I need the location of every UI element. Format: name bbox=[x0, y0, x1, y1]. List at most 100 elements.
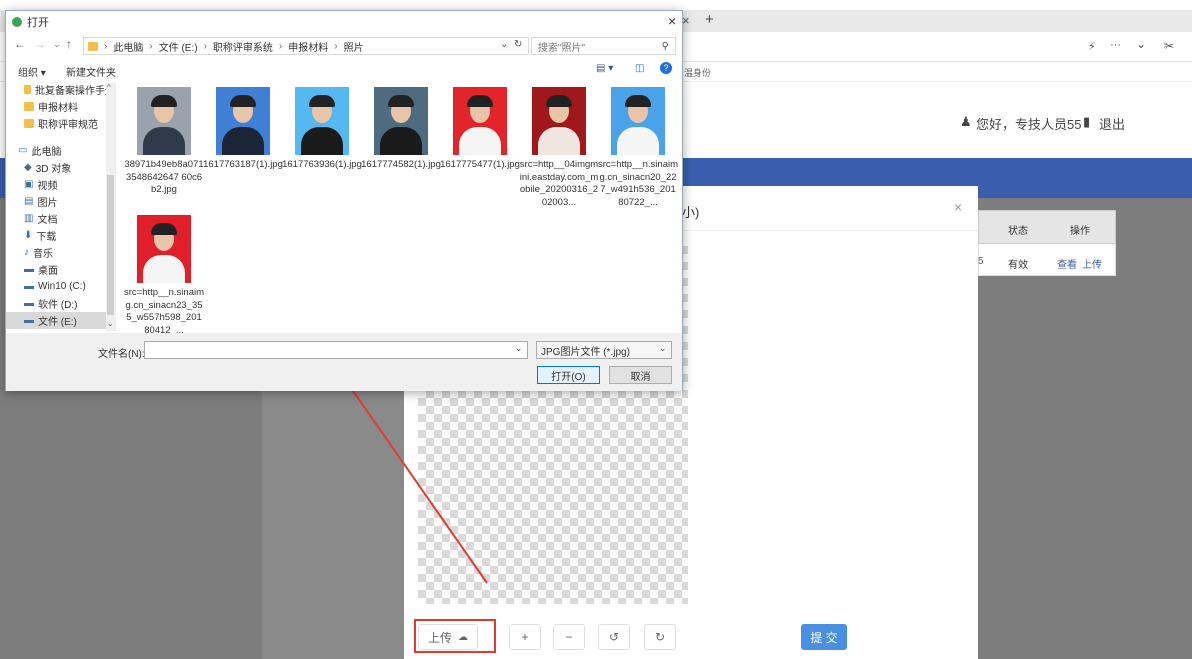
address-dropdown-icon[interactable]: ⌄ bbox=[500, 39, 508, 50]
sidebar-item[interactable]: 申报材料 bbox=[6, 98, 115, 115]
submit-button[interactable]: 提 交 bbox=[801, 624, 847, 650]
sidebar-item[interactable]: 批复备案操作手册 bbox=[6, 81, 115, 98]
sidebar-item[interactable]: ⬇ 下载 bbox=[6, 227, 115, 244]
sidebar-item-label: Win10 (C:) bbox=[38, 281, 86, 292]
help-icon[interactable]: ? bbox=[660, 62, 672, 74]
sidebar-item-label: 下载 bbox=[36, 232, 57, 243]
up-arrow-icon[interactable]: ↑ bbox=[66, 37, 72, 51]
breadcrumb[interactable]: › 此电脑 › 文件 (E:) › 职称评审系统 › 申报材料 › 照片 ⌄ ↻ bbox=[83, 37, 529, 55]
computer-icon: ▭ bbox=[18, 145, 28, 156]
greeting-text: 您好，专技人员55 bbox=[976, 117, 1082, 132]
rotate-left-button[interactable]: ↺ bbox=[598, 624, 630, 650]
records-table: 状态 操作 5 有效 查看 上传 bbox=[978, 210, 1116, 276]
refresh-icon[interactable]: ↻ bbox=[514, 39, 522, 50]
download-icon: ⬇ bbox=[24, 230, 33, 241]
plus-icon: + bbox=[521, 630, 529, 644]
filename-dropdown-icon[interactable]: ⌄ bbox=[515, 343, 523, 354]
sidebar-item[interactable]: ◆ 3D 对象 bbox=[6, 159, 115, 176]
annotation-box bbox=[414, 619, 496, 653]
rotate-left-icon: ↺ bbox=[608, 630, 620, 644]
sidebar-item-label: 批复备案操作手册 bbox=[35, 86, 115, 97]
sidebar-item[interactable]: ▬ Win10 (C:) bbox=[6, 278, 115, 295]
file-item[interactable]: 1617763936(1).jpg bbox=[282, 87, 362, 172]
picture-icon: ▤ bbox=[24, 196, 34, 207]
flash-icon[interactable]: ⚡ bbox=[1088, 40, 1096, 53]
user-icon: ♟ bbox=[960, 114, 972, 129]
sidebar-item-label: 此电脑 bbox=[31, 147, 62, 158]
recent-chevron-icon[interactable]: ⌄ bbox=[53, 39, 61, 50]
table-cell: 5 bbox=[978, 256, 984, 267]
file-item[interactable]: 1617775477(1).jpg bbox=[440, 87, 520, 172]
sidebar-item[interactable]: ▬ 桌面 bbox=[6, 261, 115, 278]
sidebar-item-label: 申报材料 bbox=[38, 103, 78, 114]
sidebar-scrollbar[interactable]: ^ ⌄ bbox=[106, 83, 115, 331]
sidebar-item-label: 图片 bbox=[37, 198, 58, 209]
sidebar-item[interactable]: ♪ 音乐 bbox=[6, 244, 115, 261]
more-icon[interactable]: ··· bbox=[1110, 39, 1121, 51]
tab-close-icon[interactable]: × bbox=[682, 13, 690, 28]
filetype-value: JPG图片文件 (*.jpg) bbox=[541, 346, 630, 358]
breadcrumb-item[interactable]: 此电脑 bbox=[113, 39, 143, 54]
view-link[interactable]: 查看 bbox=[1057, 256, 1077, 271]
bookmark-item[interactable]: 温身份 bbox=[684, 66, 711, 79]
sidebar-item-label: 职称评审规范 bbox=[38, 120, 98, 131]
breadcrumb-item[interactable]: 照片 bbox=[344, 39, 364, 54]
sidebar-item[interactable]: ▬ 软件 (D:) bbox=[6, 295, 115, 312]
filetype-select[interactable]: JPG图片文件 (*.jpg) ⌄ bbox=[536, 341, 672, 359]
sidebar-item-label: 文档 bbox=[37, 215, 58, 226]
file-name: src=http__n.sinaimg.cn_sinacn23_355_w557… bbox=[124, 287, 204, 336]
sidebar-item[interactable]: ▤ 图片 bbox=[6, 193, 115, 210]
logout-icon[interactable]: ▮ bbox=[1083, 114, 1090, 130]
rotate-right-icon: ↻ bbox=[654, 630, 666, 644]
organize-menu[interactable]: 组织 ▾ bbox=[18, 64, 46, 79]
cube-icon: ◆ bbox=[24, 162, 32, 173]
new-tab-button[interactable]: + bbox=[705, 11, 714, 28]
top-strip bbox=[0, 0, 1192, 10]
scissors-icon[interactable]: ✂ bbox=[1164, 39, 1174, 53]
sidebar-item[interactable]: ▭ 此电脑 bbox=[6, 142, 115, 159]
file-item[interactable]: src=http__04imgmini.eastday.com_mobile_2… bbox=[519, 87, 599, 209]
dialog-close-icon[interactable]: × bbox=[668, 13, 676, 29]
dialog-title: 打开 bbox=[27, 17, 49, 29]
zoom-out-button[interactable]: − bbox=[553, 624, 585, 650]
minus-icon: − bbox=[565, 630, 573, 644]
sidebar-item[interactable]: ▬ 文件 (E:) bbox=[6, 312, 115, 329]
breadcrumb-item[interactable]: 职称评审系统 bbox=[213, 39, 273, 54]
file-item[interactable]: 1617763187(1).jpg bbox=[203, 87, 283, 172]
breadcrumb-item[interactable]: 申报材料 bbox=[288, 39, 328, 54]
file-name: src=http__n.sinaimg.cn_sinacn20_227_w491… bbox=[598, 159, 678, 208]
forward-arrow-icon[interactable]: → bbox=[34, 37, 46, 51]
sidebar-item-label: 文件 (E:) bbox=[38, 317, 77, 328]
rotate-right-button[interactable]: ↻ bbox=[644, 624, 676, 650]
zoom-in-button[interactable]: + bbox=[509, 624, 541, 650]
filename-input[interactable]: ⌄ bbox=[144, 341, 528, 359]
dialog-toolbar: 组织 ▾ 新建文件夹 ▤ ▾ ◫ ? bbox=[6, 59, 682, 81]
new-folder-button[interactable]: 新建文件夹 bbox=[66, 64, 116, 79]
sidebar-item[interactable]: 职称评审规范 bbox=[6, 115, 115, 132]
back-arrow-icon[interactable]: ← bbox=[14, 37, 26, 51]
open-button[interactable]: 打开(O) bbox=[537, 366, 600, 384]
chevron-down-icon[interactable]: ⌄ bbox=[1136, 37, 1146, 51]
upload-link[interactable]: 上传 bbox=[1082, 256, 1102, 271]
file-item[interactable]: 1617774582(1).jpg bbox=[361, 87, 441, 172]
file-item[interactable]: src=http__n.sinaimg.cn_sinacn23_355_w557… bbox=[124, 215, 204, 337]
preview-pane-icon[interactable]: ◫ bbox=[635, 63, 644, 74]
search-icon: ⚲ bbox=[661, 40, 669, 52]
view-options-icon[interactable]: ▤ ▾ bbox=[596, 63, 613, 74]
breadcrumb-item[interactable]: 文件 (E:) bbox=[159, 39, 198, 54]
search-input[interactable]: 搜索"照片" ⚲ bbox=[531, 37, 676, 55]
sidebar-item[interactable]: ▣ 视频 bbox=[6, 176, 115, 193]
search-placeholder: 搜索"照片" bbox=[538, 42, 586, 54]
logout-link[interactable]: 退出 bbox=[1099, 114, 1125, 133]
file-name: src=http__04imgmini.eastday.com_mobile_2… bbox=[519, 159, 599, 208]
file-item[interactable]: src=http__n.sinaimg.cn_sinacn20_227_w491… bbox=[598, 87, 678, 209]
sidebar-item[interactable]: ▥ 文档 bbox=[6, 210, 115, 227]
file-name: 1617763936(1).jpg bbox=[282, 159, 362, 170]
table-header-action: 操作 bbox=[1070, 226, 1090, 237]
sidebar-item-label: 桌面 bbox=[38, 266, 58, 277]
video-icon: ▣ bbox=[24, 179, 34, 190]
cancel-button[interactable]: 取消 bbox=[609, 366, 672, 384]
modal-close-icon[interactable]: × bbox=[954, 199, 962, 215]
file-item[interactable]: 38971b49eb8a0713548642647 60c6b2.jpg bbox=[124, 87, 204, 197]
folder-icon bbox=[88, 41, 98, 51]
